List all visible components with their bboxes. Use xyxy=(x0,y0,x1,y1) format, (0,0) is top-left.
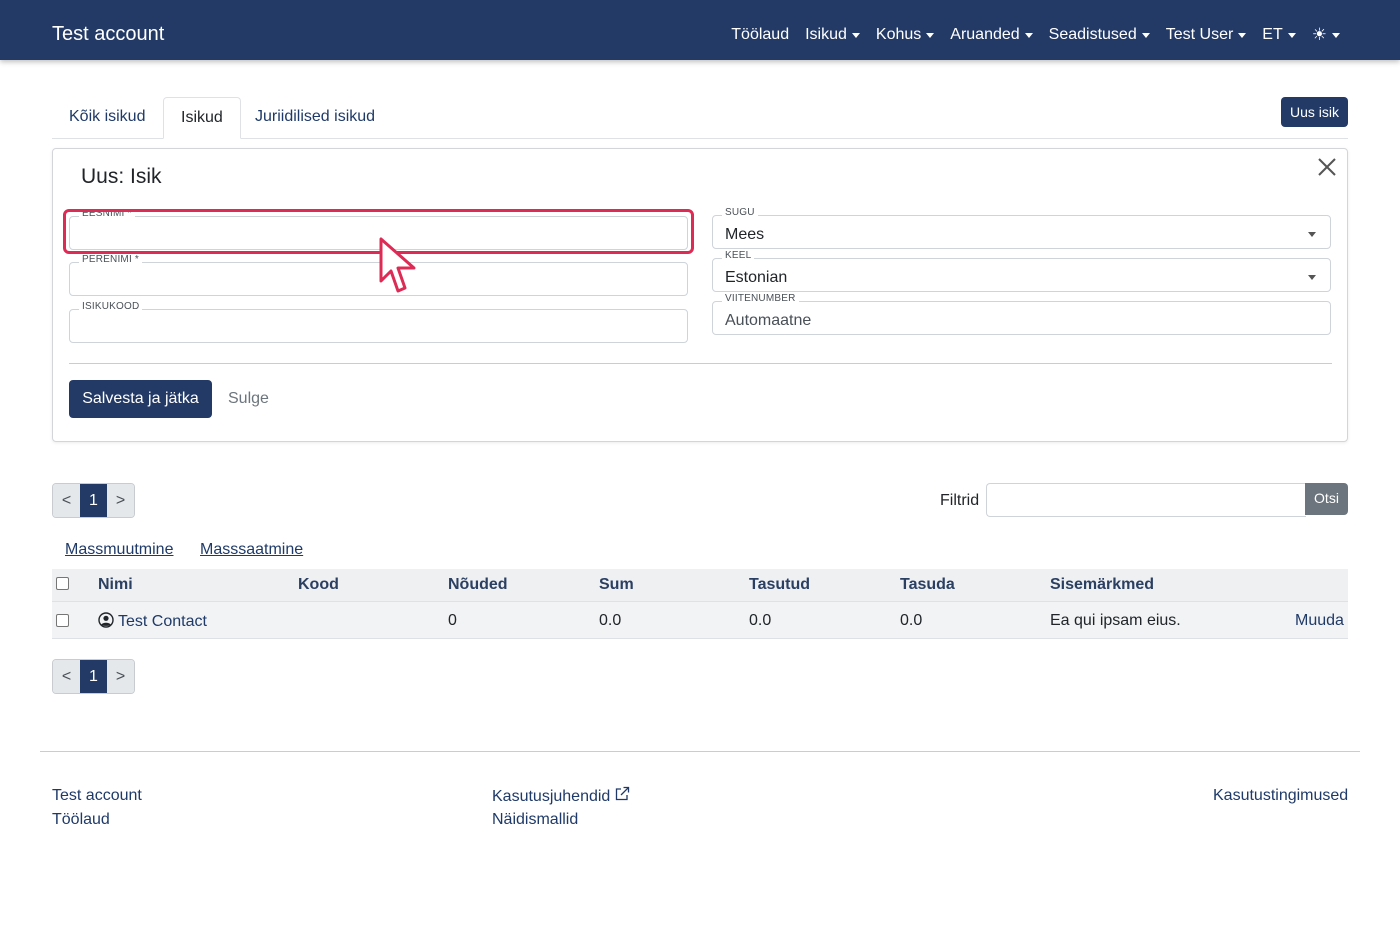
viitenumber-value: Automaatne xyxy=(725,312,812,329)
nav-item-aruanded[interactable]: Aruanded xyxy=(950,26,1033,44)
column-header-nouded[interactable]: Nõuded xyxy=(448,576,508,594)
nav-label: ET xyxy=(1262,26,1283,43)
main-nav: Töölaud Isikud Kohus Aruanded Seadistuse… xyxy=(715,24,1340,46)
contact-name[interactable]: Test Contact xyxy=(118,613,207,630)
prev-page-button[interactable]: < xyxy=(53,484,80,517)
new-person-button[interactable]: Uus isik xyxy=(1281,97,1348,127)
manuals-label[interactable]: Kasutusjuhendid xyxy=(492,788,610,805)
footer-manuals-link[interactable]: Kasutusjuhendid xyxy=(492,786,630,806)
nav-item-user[interactable]: Test User xyxy=(1166,26,1247,44)
cell-nouded: 0 xyxy=(448,612,457,629)
nav-item-language[interactable]: ET xyxy=(1262,26,1296,44)
pagination-top: < 1 > xyxy=(52,483,135,518)
mass-edit-link[interactable]: Massmuutmine xyxy=(65,541,173,559)
caret-down-icon xyxy=(851,32,860,38)
contact-name-link[interactable]: Test Contact xyxy=(98,612,207,631)
keel-value: Estonian xyxy=(725,269,788,286)
cell-tasuda: 0.0 xyxy=(900,612,923,629)
column-header-sisemarkmed[interactable]: Sisemärkmed xyxy=(1050,576,1154,594)
filter-input[interactable] xyxy=(986,483,1306,517)
column-header-kood[interactable]: Kood xyxy=(298,576,339,594)
sun-icon: ☀ xyxy=(1311,25,1327,44)
filter-label: Filtrid xyxy=(940,492,980,509)
sugu-label: SUGU xyxy=(722,207,758,219)
nav-label: Test User xyxy=(1165,26,1234,43)
close-icon[interactable] xyxy=(1317,157,1337,177)
tab-isikud[interactable]: Isikud xyxy=(163,97,241,139)
next-page-button[interactable]: > xyxy=(107,660,134,693)
nav-label: Töölaud xyxy=(731,26,790,43)
footer-toolaud-link[interactable]: Töölaud xyxy=(52,811,110,829)
caret-down-icon xyxy=(926,32,935,38)
form-divider xyxy=(69,363,1332,364)
caret-down-icon xyxy=(1024,32,1033,38)
caret-down-icon xyxy=(1332,32,1340,38)
table-header: Nimi Kood Nõuded Sum Tasutud Tasuda Sise… xyxy=(52,569,1348,602)
nav-item-seadistused[interactable]: Seadistused xyxy=(1049,26,1150,44)
person-tabs: Kõik isikud Isikud Juriidilised isikud xyxy=(52,97,1348,139)
caret-down-icon xyxy=(1287,32,1296,38)
nav-item-theme[interactable]: ☀ xyxy=(1311,25,1340,44)
edit-link[interactable]: Muuda xyxy=(1295,612,1344,630)
nav-label: Aruanded xyxy=(950,26,1020,43)
sugu-value: Mees xyxy=(725,226,765,243)
cell-sum: 0.0 xyxy=(599,612,622,629)
cell-tasutud: 0.0 xyxy=(749,612,772,629)
save-continue-button[interactable]: Salvesta ja jätka xyxy=(69,380,212,418)
footer-account-link[interactable]: Test account xyxy=(52,787,142,805)
nav-label: Kohus xyxy=(875,26,922,43)
pagination-bottom: < 1 > xyxy=(52,659,135,694)
isikukood-field[interactable]: ISIKUKOOD xyxy=(69,301,688,343)
new-person-form-card: Uus: Isik EESNIMI * PERENIMI * ISIKUKOOD… xyxy=(52,148,1348,442)
search-button[interactable]: Otsi xyxy=(1305,483,1348,515)
nav-item-toolaud[interactable]: Töölaud xyxy=(731,26,789,44)
row-checkbox[interactable] xyxy=(56,614,69,627)
caret-down-icon xyxy=(1141,32,1150,38)
viitenumber-field[interactable]: VIITENUMBER Automaatne xyxy=(712,293,1331,335)
column-header-tasuda[interactable]: Tasuda xyxy=(900,576,955,594)
isikukood-input[interactable] xyxy=(70,310,687,342)
select-all-checkbox[interactable] xyxy=(56,577,69,590)
form-title: Uus: Isik xyxy=(81,165,162,188)
viitenumber-label: VIITENUMBER xyxy=(722,293,799,305)
column-header-nimi[interactable]: Nimi xyxy=(98,576,133,594)
keel-select[interactable]: KEEL Estonian xyxy=(712,250,1331,292)
mouse-cursor-icon xyxy=(379,237,416,293)
column-header-sum[interactable]: Sum xyxy=(599,576,634,594)
nav-item-isikud[interactable]: Isikud xyxy=(805,26,860,44)
prev-page-button[interactable]: < xyxy=(53,660,80,693)
next-page-button[interactable]: > xyxy=(107,484,134,517)
select-caret-icon xyxy=(1308,275,1316,280)
column-header-tasutud[interactable]: Tasutud xyxy=(749,576,810,594)
tab-juriidilised-isikud[interactable]: Juriidilised isikud xyxy=(238,97,392,139)
close-form-button[interactable]: Sulge xyxy=(228,389,269,409)
cell-sisemarkmed: Ea qui ipsam eius. xyxy=(1050,612,1181,629)
nav-label: Seadistused xyxy=(1048,26,1137,43)
external-link-icon xyxy=(616,786,630,801)
mass-send-link[interactable]: Masssaatmine xyxy=(200,541,303,559)
tab-koik-isikud[interactable]: Kõik isikud xyxy=(52,97,162,139)
nav-label: Isikud xyxy=(805,26,847,43)
top-navbar: Test account Töölaud Isikud Kohus Aruand… xyxy=(0,0,1400,60)
nav-item-kohus[interactable]: Kohus xyxy=(875,26,935,44)
footer-templates-link[interactable]: Näidismallid xyxy=(492,811,578,829)
caret-down-icon xyxy=(1238,32,1247,38)
table-row: Test Contact 0 0.0 0.0 0.0 Ea qui ipsam … xyxy=(52,602,1348,639)
select-caret-icon xyxy=(1308,232,1316,237)
person-circle-icon xyxy=(98,612,114,628)
footer-divider xyxy=(40,751,1360,752)
page-1-button[interactable]: 1 xyxy=(80,660,107,693)
footer-terms-link[interactable]: Kasutustingimused xyxy=(1213,787,1348,805)
keel-label: KEEL xyxy=(722,250,755,262)
page-1-button[interactable]: 1 xyxy=(80,484,107,517)
brand[interactable]: Test account xyxy=(52,22,164,46)
sugu-select[interactable]: SUGU Mees xyxy=(712,207,1331,249)
